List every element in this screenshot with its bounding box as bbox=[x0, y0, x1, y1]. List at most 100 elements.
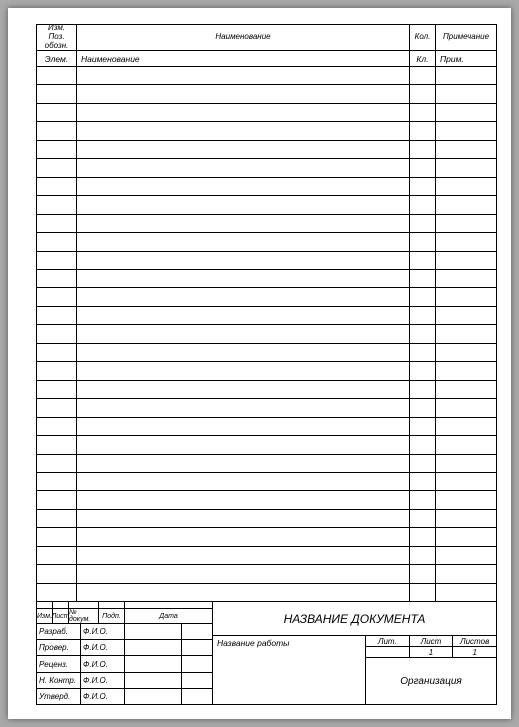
table-cell bbox=[436, 178, 496, 195]
table-cell bbox=[436, 491, 496, 508]
table-row bbox=[37, 473, 496, 491]
table-cell bbox=[37, 307, 77, 324]
table-cell bbox=[410, 528, 436, 545]
table-cell bbox=[436, 67, 496, 84]
table-row bbox=[37, 436, 496, 454]
table-cell bbox=[410, 122, 436, 139]
table-cell bbox=[410, 288, 436, 305]
table-cell bbox=[77, 455, 410, 472]
subheader-name: Наименование bbox=[77, 51, 410, 66]
table-cell bbox=[436, 233, 496, 250]
table-cell bbox=[77, 399, 410, 416]
table-row bbox=[37, 178, 496, 196]
table-cell bbox=[410, 196, 436, 213]
sig-role: Утверд. bbox=[37, 689, 81, 704]
table-cell bbox=[436, 344, 496, 361]
document-page: Изм. Поз. обозн. Наименование Кол. Приме… bbox=[8, 8, 511, 719]
sig-role: Провер. bbox=[37, 640, 81, 655]
table-cell bbox=[77, 141, 410, 158]
table-cell bbox=[410, 67, 436, 84]
table-cell bbox=[37, 122, 77, 139]
sig-date bbox=[182, 689, 212, 704]
table-cell bbox=[37, 325, 77, 342]
table-row bbox=[37, 67, 496, 85]
table-row bbox=[37, 270, 496, 288]
table-cell bbox=[436, 381, 496, 398]
table-row bbox=[37, 288, 496, 306]
sheet-counts: Лит. Лист Листов 1 1 Организация bbox=[366, 636, 496, 704]
table-cell bbox=[77, 178, 410, 195]
table-cell bbox=[77, 436, 410, 453]
table-cell bbox=[37, 141, 77, 158]
table-cell bbox=[37, 547, 77, 564]
table-cell bbox=[77, 233, 410, 250]
micro-podp: Подп. bbox=[99, 609, 125, 623]
table-row bbox=[37, 325, 496, 343]
title-block-right: НАЗВАНИЕ ДОКУМЕНТА Название работы Лит. … bbox=[213, 602, 496, 704]
table-row bbox=[37, 362, 496, 380]
sig-sign bbox=[125, 673, 182, 688]
table-cell bbox=[37, 436, 77, 453]
table-cell bbox=[77, 362, 410, 379]
table-cell bbox=[410, 510, 436, 527]
table-cell bbox=[436, 399, 496, 416]
table-cell bbox=[77, 85, 410, 102]
table-cell bbox=[77, 288, 410, 305]
table-cell bbox=[410, 565, 436, 582]
table-cell bbox=[37, 159, 77, 176]
sig-date bbox=[182, 640, 212, 655]
table-row bbox=[37, 307, 496, 325]
sig-date bbox=[182, 656, 212, 671]
subheader-elem: Элем. bbox=[37, 51, 77, 66]
sig-name: Ф.И.О. bbox=[81, 673, 125, 688]
table-cell bbox=[77, 418, 410, 435]
header-col-qty: Кол. bbox=[410, 25, 436, 50]
table-cell bbox=[436, 436, 496, 453]
signature-row: Разраб.Ф.И.О. bbox=[37, 624, 212, 640]
table-cell bbox=[436, 141, 496, 158]
micro-list: Лист bbox=[53, 609, 69, 623]
table-cell bbox=[77, 381, 410, 398]
table-cell bbox=[77, 325, 410, 342]
table-cell bbox=[77, 67, 410, 84]
table-row bbox=[37, 381, 496, 399]
signature-row: Н. Контр.Ф.И.О. bbox=[37, 673, 212, 689]
sig-sign bbox=[125, 656, 182, 671]
table-cell bbox=[410, 325, 436, 342]
subheader-row: Элем. Наименование Кл. Прим. bbox=[37, 51, 496, 67]
table-cell bbox=[37, 288, 77, 305]
table-cell bbox=[436, 288, 496, 305]
document-title: НАЗВАНИЕ ДОКУМЕНТА bbox=[213, 602, 496, 636]
table-cell bbox=[37, 473, 77, 490]
title-block-left: Изм. Лист № докум. Подп. Дата Разраб.Ф.И… bbox=[37, 602, 213, 704]
table-cell bbox=[410, 215, 436, 232]
table-cell bbox=[436, 215, 496, 232]
work-name: Название работы bbox=[213, 636, 366, 704]
counts-listov-val: 1 bbox=[453, 647, 496, 657]
table-cell bbox=[436, 85, 496, 102]
table-cell bbox=[77, 307, 410, 324]
table-cell bbox=[410, 344, 436, 361]
table-cell bbox=[436, 565, 496, 582]
table-cell bbox=[77, 473, 410, 490]
table-row bbox=[37, 528, 496, 546]
table-row bbox=[37, 399, 496, 417]
counts-lit-label: Лит. bbox=[366, 636, 410, 646]
sig-sign bbox=[125, 689, 182, 704]
table-cell bbox=[77, 584, 410, 601]
table-cell bbox=[410, 85, 436, 102]
sig-name: Ф.И.О. bbox=[81, 689, 125, 704]
micro-date: Дата bbox=[125, 609, 212, 623]
table-cell bbox=[77, 122, 410, 139]
table-cell bbox=[37, 233, 77, 250]
table-cell bbox=[410, 418, 436, 435]
table-cell bbox=[37, 381, 77, 398]
table-row bbox=[37, 85, 496, 103]
sig-name: Ф.И.О. bbox=[81, 624, 125, 639]
table-cell bbox=[410, 399, 436, 416]
table-cell bbox=[436, 270, 496, 287]
table-cell bbox=[410, 104, 436, 121]
table-cell bbox=[37, 455, 77, 472]
table-cell bbox=[77, 491, 410, 508]
table-row bbox=[37, 159, 496, 177]
